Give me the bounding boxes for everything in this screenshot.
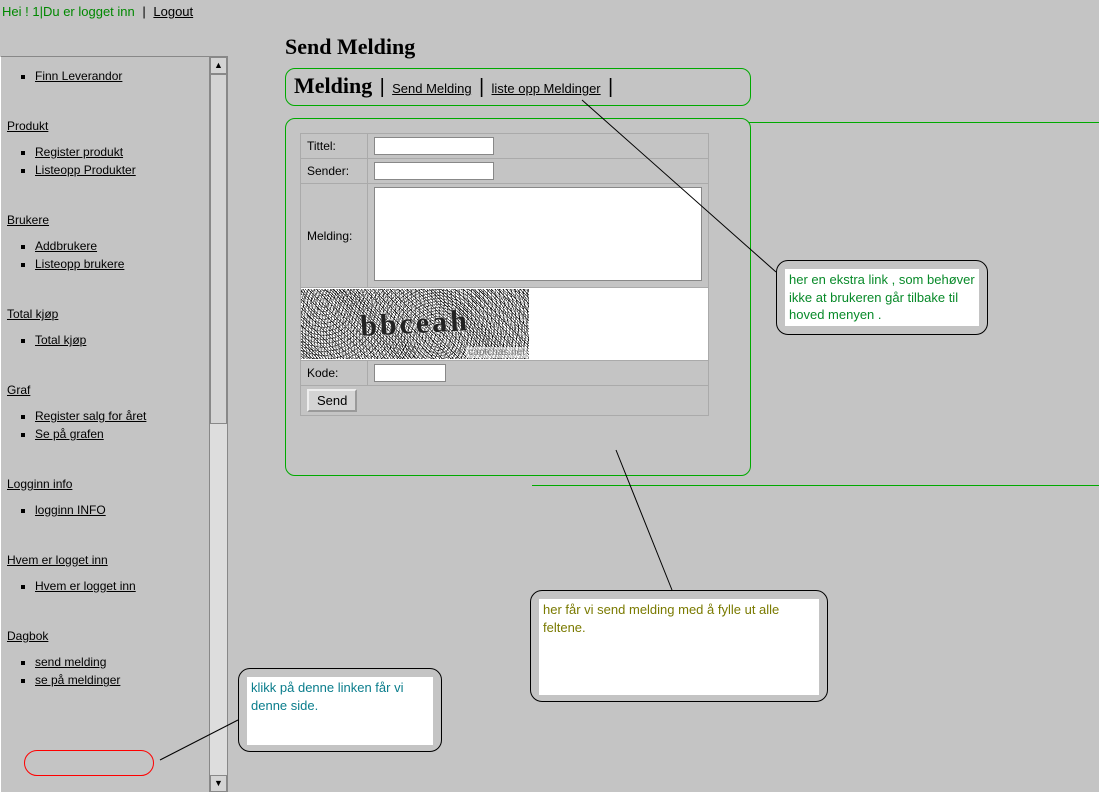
annotation-left: klikk på denne linken får vi denne side. (238, 668, 442, 752)
tittel-label: Tittel: (301, 134, 368, 159)
nav-link-send-melding[interactable]: Send Melding (392, 81, 472, 96)
header: Hei ! 1|Du er logget inn | Logout (0, 0, 1099, 21)
page-title: Send Melding (285, 34, 415, 60)
sidebar: Finn Leverandor Produkt Register produkt… (0, 56, 228, 792)
sidebar-section-logginn[interactable]: Logginn info (7, 477, 72, 491)
logout-link[interactable]: Logout (153, 4, 193, 19)
melding-label: Melding: (301, 184, 368, 288)
sidebar-section-dagbok[interactable]: Dagbok (7, 629, 48, 643)
sidebar-item[interactable]: Register produkt (35, 145, 203, 159)
scroll-thumb[interactable] (210, 74, 227, 424)
sidebar-item[interactable]: Se på grafen (35, 427, 203, 441)
melding-textarea[interactable] (374, 187, 702, 281)
sidebar-item[interactable]: Addbrukere (35, 239, 203, 253)
sidebar-section-graf[interactable]: Graf (7, 383, 30, 397)
form-card: Tittel: Sender: Melding: bbceah captchas… (285, 118, 751, 476)
scroll-down-icon[interactable]: ▼ (210, 775, 227, 792)
sidebar-section-brukere[interactable]: Brukere (7, 213, 49, 227)
sidebar-item[interactable]: Listeopp Produkter (35, 163, 203, 177)
scroll-up-icon[interactable]: ▲ (210, 57, 227, 74)
sidebar-scrollbar[interactable]: ▲ ▼ (209, 57, 227, 792)
captcha-image: bbceah captchas.net (301, 288, 709, 361)
sidebar-item[interactable]: Register salg for året (35, 409, 203, 423)
nav-title: Melding (294, 73, 372, 98)
sidebar-section-produkt[interactable]: Produkt (7, 119, 48, 133)
form-table: Tittel: Sender: Melding: bbceah captchas… (300, 133, 709, 416)
sender-input[interactable] (374, 162, 494, 180)
highlight-oval-icon (24, 750, 154, 776)
kode-label: Kode: (301, 361, 368, 386)
tittel-input[interactable] (374, 137, 494, 155)
annotation-right: her en ekstra link , som behøver ikke at… (776, 260, 988, 335)
kode-input[interactable] (374, 364, 446, 382)
sidebar-item[interactable]: logginn INFO (35, 503, 203, 517)
send-button[interactable]: Send (307, 389, 357, 412)
sender-label: Sender: (301, 159, 368, 184)
sidebar-item[interactable]: se på meldinger (35, 673, 203, 687)
sidebar-content: Finn Leverandor Produkt Register produkt… (1, 57, 209, 792)
sidebar-section-totalkjop[interactable]: Total kjøp (7, 307, 58, 321)
header-greeting: Hei ! 1|Du er logget inn (2, 4, 135, 19)
sidebar-item[interactable]: Listeopp brukere (35, 257, 203, 271)
annotation-bottom: her får vi send melding med å fylle ut a… (530, 590, 828, 702)
sidebar-section-hvem[interactable]: Hvem er logget inn (7, 553, 108, 567)
sidebar-item[interactable]: Total kjøp (35, 333, 203, 347)
sidebar-item-send-melding[interactable]: send melding (35, 655, 203, 669)
sidebar-item[interactable]: Finn Leverandor (35, 69, 203, 83)
divider-icon (532, 485, 1099, 486)
nav-link-liste-opp[interactable]: liste opp Meldinger (492, 81, 601, 96)
nav-bar: Melding | Send Melding | liste opp Meldi… (285, 68, 751, 106)
sidebar-item[interactable]: Hvem er logget inn (35, 579, 203, 593)
